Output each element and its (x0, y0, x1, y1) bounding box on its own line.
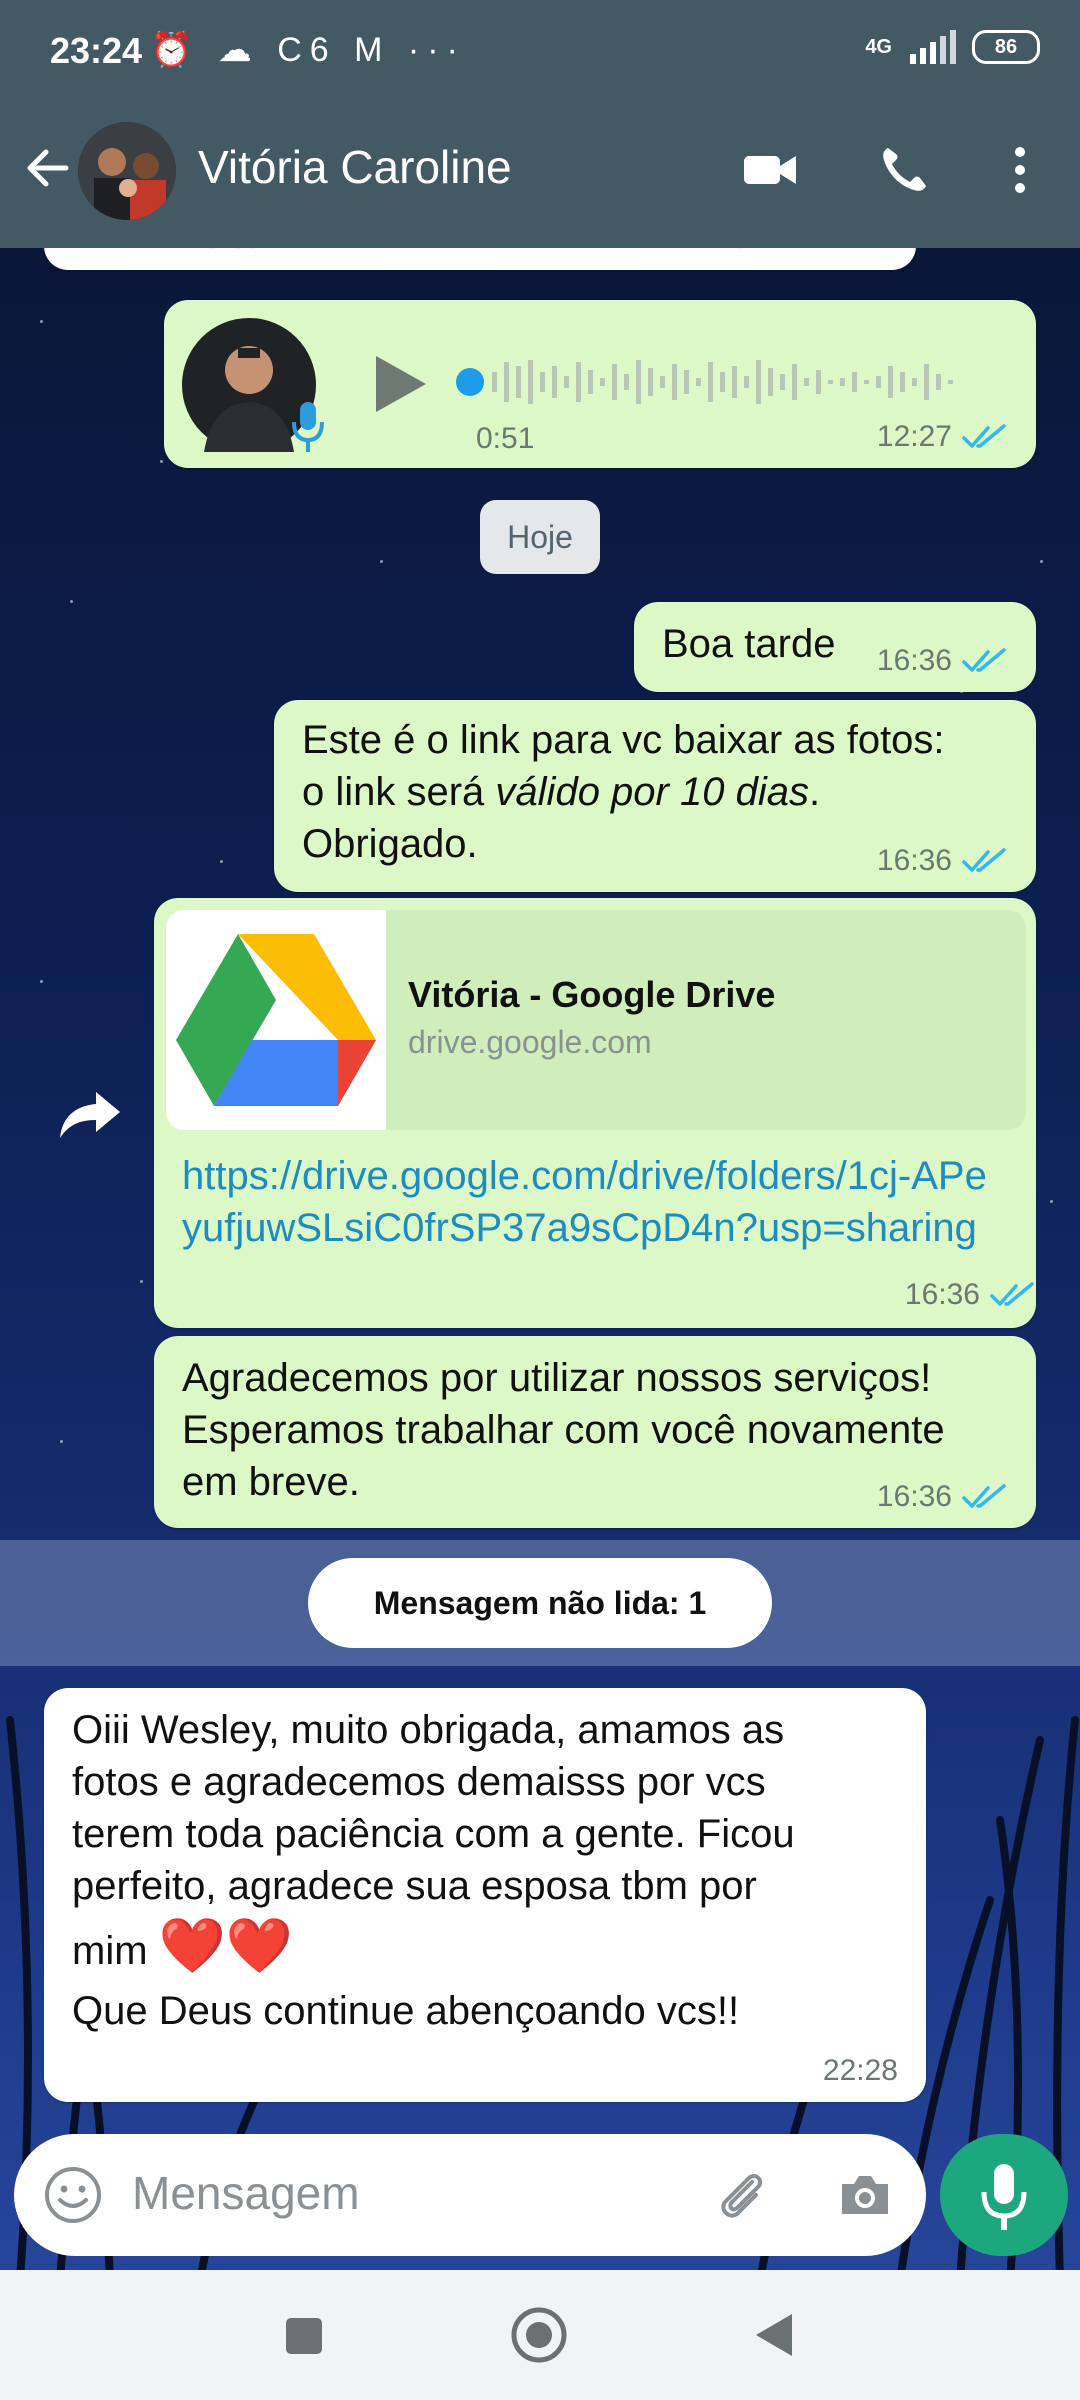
voice-duration: 0:51 (476, 422, 535, 455)
message-link-info[interactable]: Este é o link para vc baixar as fotos: o… (274, 700, 1036, 892)
message-time: 12:27 (876, 420, 952, 453)
voice-meta: 12:27 (877, 420, 1008, 454)
video-call-icon[interactable] (740, 140, 800, 200)
status-notification-icons: ⏰ ☁ C6 M ··· (150, 31, 466, 69)
battery-indicator: 86 (972, 30, 1040, 64)
message-composer[interactable]: Mensagem (14, 2134, 926, 2256)
message-thanks[interactable]: Agradecemos por utilizar nossos serviços… (154, 1336, 1036, 1528)
message-text: Boa tarde (662, 622, 836, 666)
message-line: Que Deus continue abençoando vcs!! (72, 1989, 740, 2033)
message-line: Oiii Wesley, muito obrigada, amamos as (72, 1708, 785, 1752)
home-icon[interactable] (510, 2306, 568, 2364)
text-run-italic: válido por 10 dias (495, 770, 809, 814)
message-meta: 16:36 (877, 844, 1008, 878)
message-line: o link será válido por 10 dias. (302, 766, 1022, 818)
contact-avatar[interactable] (78, 122, 176, 220)
attach-icon[interactable] (710, 2164, 772, 2226)
google-drive-icon (176, 934, 376, 1106)
text-run: mim (72, 1929, 148, 1973)
text-run: o link será (302, 770, 496, 814)
drive-url-link[interactable]: https://drive.google.com/drive/folders/1… (182, 1150, 1002, 1254)
contact-name[interactable]: Vitória Caroline (198, 140, 512, 194)
message-meta: 16:36 (877, 1480, 1008, 1514)
signal-icon (910, 30, 956, 64)
voice-message[interactable]: 0:51 12:27 (164, 300, 1036, 468)
message-time: 16:36 (904, 1278, 980, 1311)
message-line: Este é o link para vc baixar as fotos: (302, 718, 945, 762)
avatar-photo-icon (78, 122, 176, 220)
message-meta: 16:36 (877, 644, 1008, 678)
more-options-icon[interactable] (990, 140, 1050, 200)
message-line: mim ❤️❤️ (72, 1912, 912, 1985)
audio-waveform[interactable] (456, 352, 996, 412)
message-meta: 22:28 (823, 2054, 898, 2088)
read-receipt-icon (962, 424, 1006, 448)
back-arrow-icon[interactable] (20, 140, 76, 196)
read-receipt-icon (962, 848, 1006, 872)
date-divider: Hoje (480, 500, 600, 574)
message-line: fotos e agradecemos demaisss por vcs (72, 1760, 766, 1804)
message-boa-tarde[interactable]: Boa tarde 16:36 (634, 602, 1036, 692)
app-bar: 23:24 ⏰ ☁ C6 M ··· 4G 86 Vitória Carolin… (0, 0, 1080, 248)
link-preview[interactable]: Vitória - Google Drive drive.google.com (166, 910, 1026, 1130)
link-thumbnail (166, 910, 386, 1130)
hearts-emoji: ❤️❤️ (158, 1916, 294, 1976)
text-run: . (808, 770, 821, 814)
message-input[interactable]: Mensagem (132, 2166, 360, 2220)
mic-badge-icon (292, 402, 324, 452)
unread-messages-label: Mensagem não lida: 1 (308, 1558, 772, 1648)
message-time: 16:36 (876, 844, 952, 877)
message-incoming[interactable]: Oiii Wesley, muito obrigada, amamos as f… (44, 1688, 926, 2102)
network-label: 4G (865, 35, 892, 58)
message-meta: 16:36 (905, 1278, 1036, 1312)
message-line: terem toda paciência com a gente. Ficou (72, 1812, 795, 1856)
message-time: 16:36 (876, 644, 952, 677)
voice-record-button[interactable] (940, 2134, 1068, 2256)
message-time: 16:36 (876, 1480, 952, 1513)
play-icon[interactable] (370, 352, 430, 416)
forward-icon[interactable] (58, 1088, 122, 1140)
system-navigation-bar (0, 2270, 1080, 2400)
read-receipt-icon (990, 1282, 1034, 1306)
emoji-icon[interactable] (42, 2164, 104, 2226)
voice-call-icon[interactable] (874, 140, 934, 200)
microphone-icon (981, 2164, 1027, 2230)
status-right: 4G 86 (865, 30, 1040, 64)
read-receipt-icon (962, 648, 1006, 672)
recents-icon[interactable] (282, 2314, 326, 2358)
message-text: Oiii Wesley, muito obrigada, amamos as f… (72, 1704, 912, 2037)
status-time: 23:24 (50, 30, 143, 71)
message-time: 22:28 (822, 2054, 898, 2087)
link-preview-domain: drive.google.com (408, 1024, 652, 1060)
back-nav-icon[interactable] (752, 2310, 796, 2360)
message-line: perfeito, agradece sua esposa tbm por (72, 1864, 757, 1908)
read-receipt-icon (962, 1484, 1006, 1508)
link-preview-title: Vitória - Google Drive (408, 974, 776, 1015)
camera-icon[interactable] (834, 2164, 896, 2226)
